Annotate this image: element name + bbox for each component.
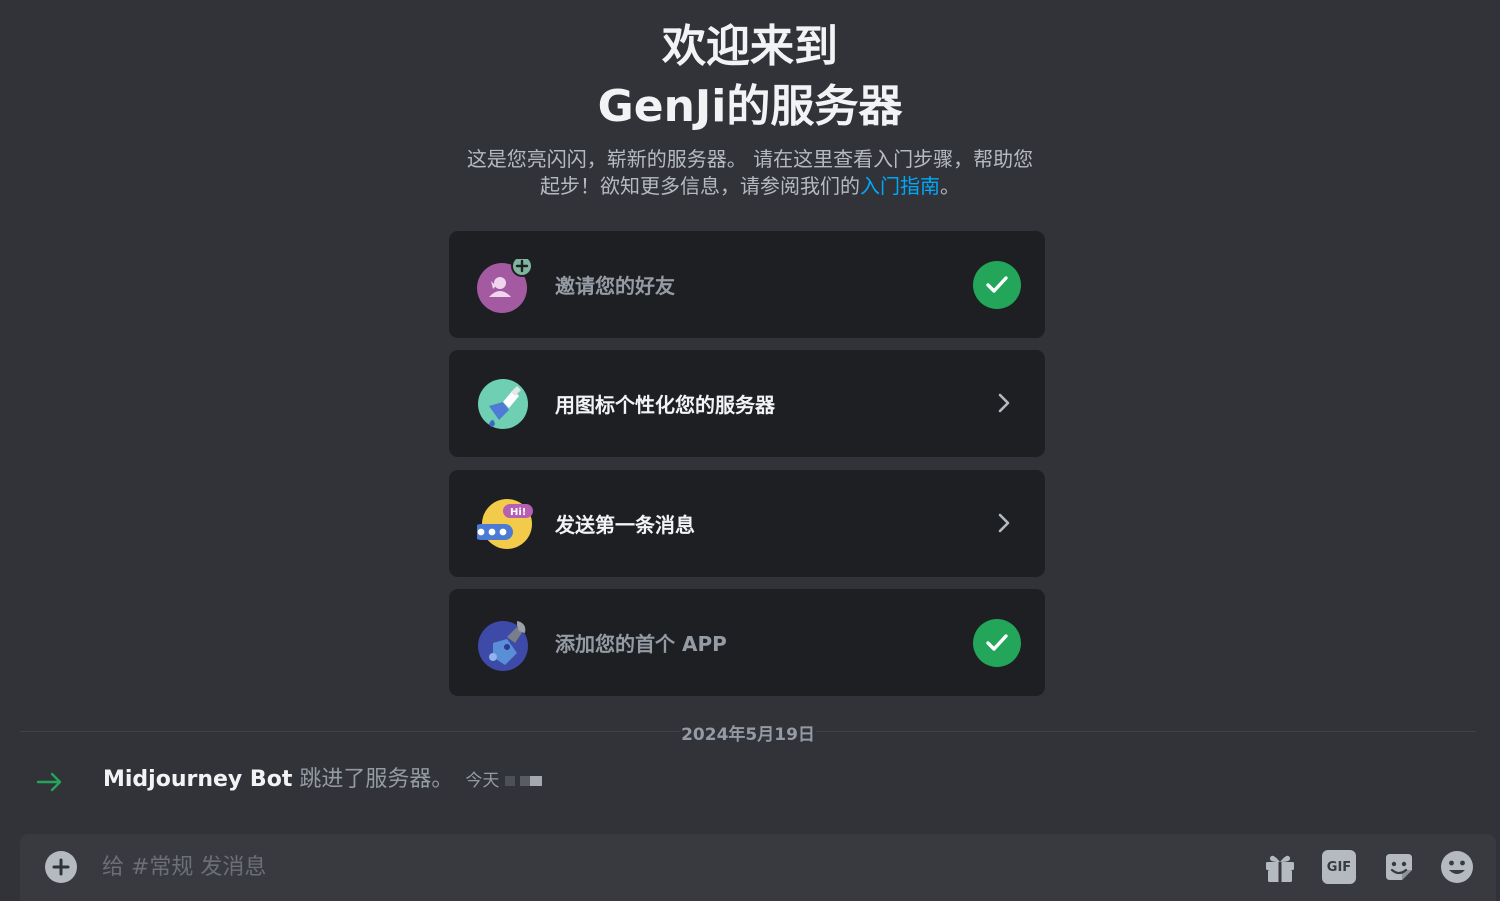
gif-label: GIF <box>1326 859 1352 875</box>
date-divider: 2024年5月19日 <box>680 720 816 745</box>
timestamp-prefix: 今天 <box>465 771 500 791</box>
gift-icon[interactable] <box>1263 850 1297 884</box>
checklist-label: 发送第一条消息 <box>555 513 695 537</box>
paint-brush-icon <box>477 378 531 432</box>
chevron-right-icon <box>998 513 1010 533</box>
app-wrench-icon <box>477 617 531 671</box>
join-arrow-icon <box>36 772 62 792</box>
sticker-icon[interactable] <box>1382 850 1416 884</box>
check-icon <box>973 261 1021 309</box>
checklist-add-first-app[interactable]: 添加您的首个 APP <box>449 589 1045 696</box>
welcome-title-line1: 欢迎来到 <box>662 21 838 72</box>
chat-bubble-icon: Hi! <box>473 498 533 552</box>
getting-started-guide-link[interactable]: 入门指南 <box>860 174 940 198</box>
checklist-send-first-message[interactable]: Hi! 发送第一条消息 <box>449 470 1045 577</box>
check-icon <box>973 619 1021 667</box>
gif-button[interactable]: GIF <box>1322 850 1356 884</box>
subtitle-line1: 这是您亮闪闪，崭新的服务器。 请在这里查看入门步骤，帮助您 <box>466 147 1034 171</box>
redacted-time-3 <box>530 776 543 786</box>
join-message-text: Midjourney Bot 跳进了服务器。 今天 <box>103 765 543 796</box>
invite-friends-icon <box>477 255 533 313</box>
checklist-customize-icon[interactable]: 用图标个性化您的服务器 <box>449 350 1045 457</box>
svg-text:Hi!: Hi! <box>510 507 526 518</box>
system-join-message: Midjourney Bot 跳进了服务器。 今天 <box>0 762 1500 802</box>
message-input[interactable] <box>102 846 1232 888</box>
welcome-subtitle: 这是您亮闪闪，崭新的服务器。 请在这里查看入门步骤，帮助您 起步！欲知更多信息，… <box>440 146 1060 200</box>
subtitle-line2-prefix: 起步！欲知更多信息，请参阅我们的 <box>540 174 860 198</box>
subtitle-line2-suffix: 。 <box>940 174 960 198</box>
username[interactable]: Midjourney Bot <box>103 767 292 792</box>
message-composer: GIF <box>20 834 1496 901</box>
checklist-label: 邀请您的好友 <box>555 274 675 298</box>
message-timestamp: 今天 <box>465 771 543 791</box>
checklist-label: 添加您的首个 APP <box>555 632 727 656</box>
checklist-invite-friends[interactable]: 邀请您的好友 <box>449 231 1045 338</box>
plus-icon <box>52 858 70 876</box>
checklist-label: 用图标个性化您的服务器 <box>555 393 775 417</box>
redacted-time-1 <box>504 776 515 786</box>
welcome-title-line2: GenJi的服务器 <box>597 81 903 132</box>
chevron-right-icon <box>998 393 1010 413</box>
add-attachment-button[interactable] <box>45 851 77 883</box>
join-action: 跳进了服务器。 <box>292 767 454 792</box>
redacted-time-2 <box>520 776 531 786</box>
emoji-icon[interactable] <box>1440 850 1474 884</box>
